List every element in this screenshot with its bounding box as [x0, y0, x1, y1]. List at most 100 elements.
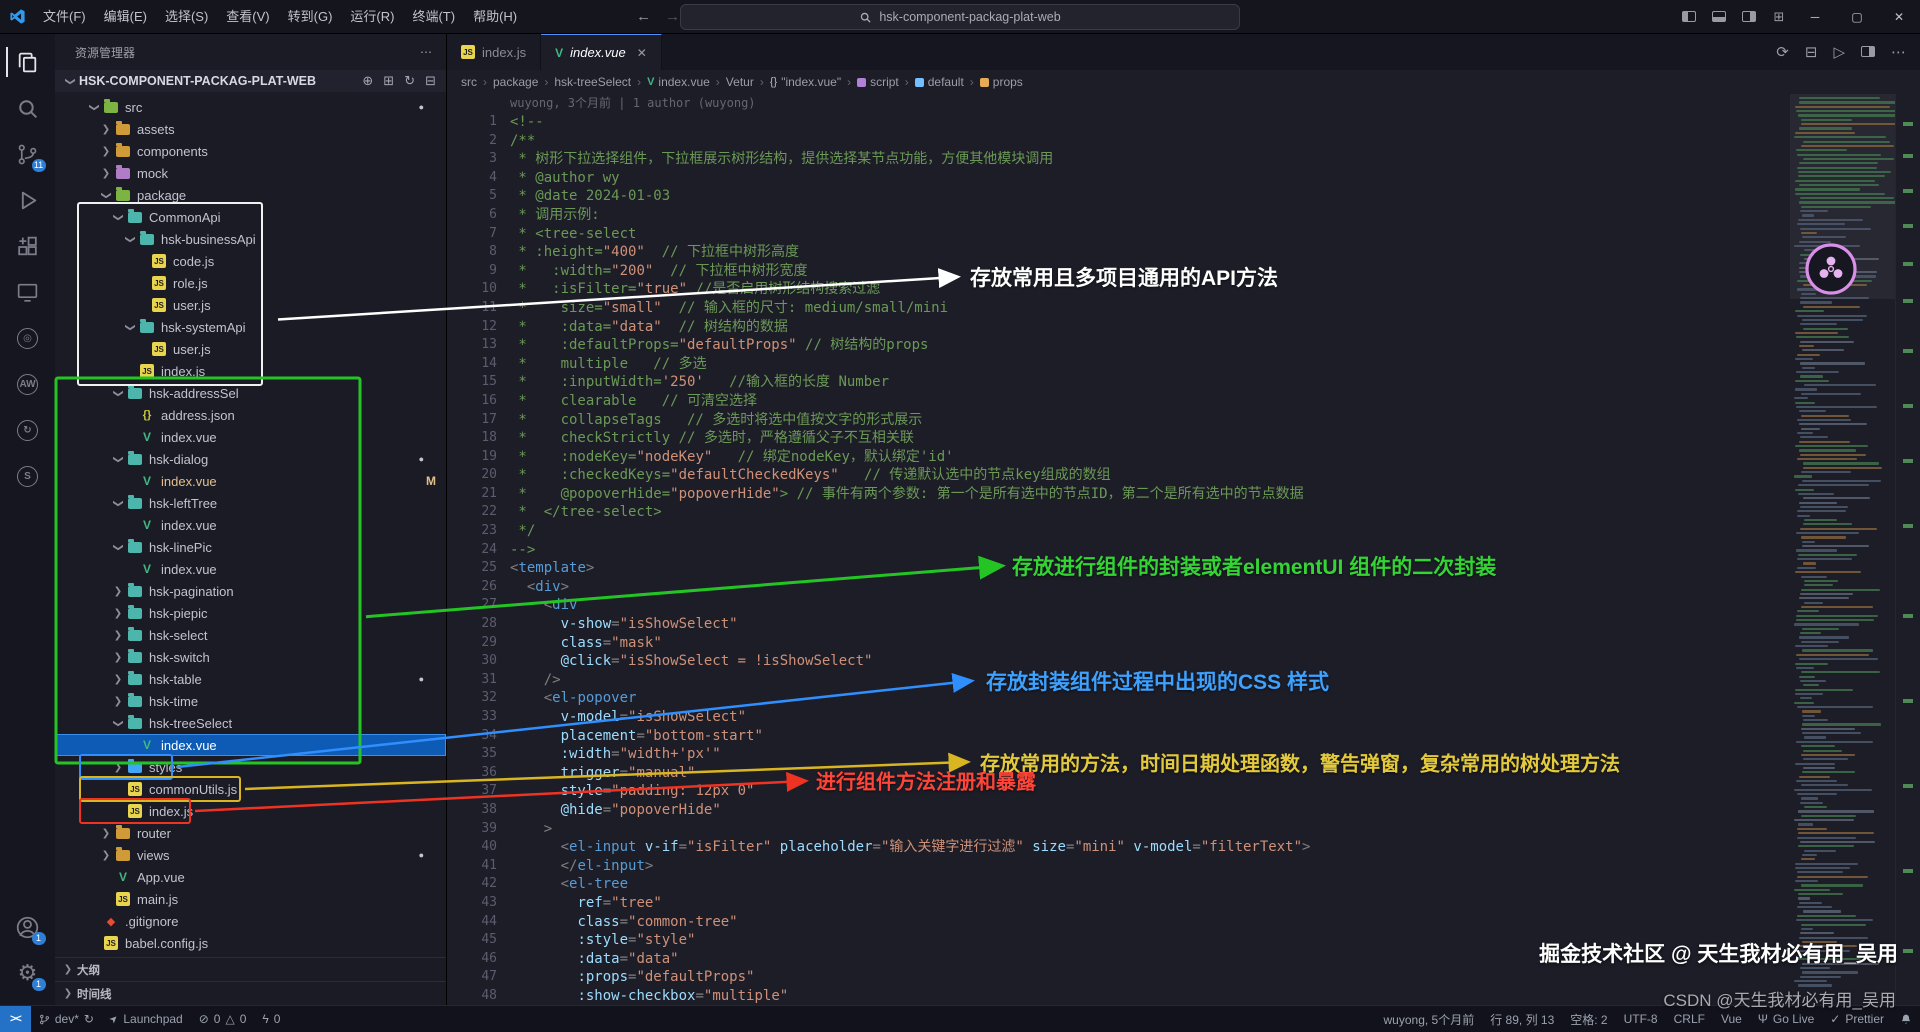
code-line[interactable]: 19 * :nodeKey="nodeKey" // 绑定nodeKey，默认绑… [447, 448, 1920, 467]
split-editor-icon[interactable] [1861, 44, 1875, 61]
tree-folder-row[interactable]: ❯ hsk-select [55, 624, 446, 646]
close-button[interactable]: ✕ [1878, 0, 1920, 34]
run-and-debug-icon[interactable] [6, 180, 50, 220]
tree-file-row[interactable]: ◆ .gitignore [55, 910, 446, 932]
timeline-panel-header[interactable]: ❯ 时间线 [55, 981, 446, 1005]
code-line[interactable]: 33 v-model="isShowSelect" [447, 708, 1920, 727]
tab-index-js[interactable]: JS index.js [447, 34, 542, 70]
code-line[interactable]: 25 <template> [447, 559, 1920, 578]
menu-item[interactable]: 帮助(H) [464, 9, 526, 24]
tree-file-row[interactable]: JS user.js [55, 294, 446, 316]
color-tool-icon[interactable]: S [6, 456, 50, 496]
tree-file-row[interactable]: Vindex.vue M [55, 470, 446, 492]
tree-file-row[interactable]: JS code.js [55, 250, 446, 272]
project-root-row[interactable]: ❯ HSK-COMPONENT-PACKAG-PLAT-WEB ⊕ ⊞ ↻ ⊟ [55, 70, 446, 92]
command-center-search[interactable]: hsk-component-packag-plat-web [680, 4, 1240, 30]
code-line[interactable]: 6 * 调用示例: [447, 206, 1920, 225]
breadcrumb-item[interactable]: package [493, 75, 538, 89]
tree-folder-row[interactable]: ❯ components [55, 140, 446, 162]
search-icon[interactable] [6, 88, 50, 128]
tree-file-row[interactable]: JS index.js [55, 800, 446, 822]
cursor-position-item[interactable]: 行 89, 列 13 [1482, 1006, 1562, 1032]
extensions-icon[interactable] [6, 226, 50, 266]
code-line[interactable]: 7 * <tree-select [447, 225, 1920, 244]
code-line[interactable]: 24 --> [447, 541, 1920, 560]
more-actions-icon[interactable]: ⋯ [1891, 43, 1906, 61]
tree-folder-row[interactable]: ❯ router [55, 822, 446, 844]
breadcrumb-item[interactable]: Vindex.vue [647, 75, 710, 89]
code-line[interactable]: 30 @click="isShowSelect = !isShowSelect" [447, 652, 1920, 671]
code-line[interactable]: 40 <el-input v-if="isFilter" placeholder… [447, 838, 1920, 857]
back-icon[interactable]: ← [636, 8, 651, 25]
toggle-secondary-sidebar-icon[interactable] [1734, 10, 1764, 25]
explorer-more-icon[interactable]: ⋯ [420, 45, 432, 59]
breadcrumb-item[interactable]: src [461, 75, 477, 89]
code-line[interactable]: 23 */ [447, 522, 1920, 541]
tree-folder-row[interactable]: ❯ hsk-linePic [55, 536, 446, 558]
breadcrumb-item[interactable]: props [979, 75, 1023, 89]
outline-panel-header[interactable]: ❯ 大纲 [55, 957, 446, 981]
code-line[interactable]: 16 * clearable // 可清空选择 [447, 392, 1920, 411]
account-icon[interactable]: 1 [6, 907, 50, 947]
minimap[interactable] [1790, 94, 1895, 1005]
menu-item[interactable]: 查看(V) [217, 9, 278, 24]
tree-folder-row[interactable]: ❯ hsk-switch [55, 646, 446, 668]
code-line[interactable]: 12 * :data="data" // 树结构的数据 [447, 318, 1920, 337]
remote-explorer-icon[interactable] [6, 272, 50, 312]
menu-item[interactable]: 运行(R) [341, 9, 403, 24]
code-line[interactable]: 13 * :defaultProps="defaultProps" // 树结构… [447, 336, 1920, 355]
code-line[interactable]: 2 /** [447, 132, 1920, 151]
minimize-button[interactable]: ─ [1794, 0, 1836, 34]
tree-file-row[interactable]: JS commonUtils.js [55, 778, 446, 800]
tree-folder-row[interactable]: ❯ hsk-businessApi [55, 228, 446, 250]
tree-file-row[interactable]: Vindex.vue [55, 558, 446, 580]
code-line[interactable]: 4 * @author wy [447, 169, 1920, 188]
menu-item[interactable]: 选择(S) [156, 9, 217, 24]
open-changes-icon[interactable]: ⊟ [1805, 43, 1818, 61]
launchpad-item[interactable]: ➤ Launchpad [102, 1006, 191, 1032]
refresh-explorer-icon[interactable]: ↻ [404, 73, 415, 89]
tree-folder-row[interactable]: ❯ assets [55, 118, 446, 140]
tree-folder-row[interactable]: ❯ hsk-systemApi [55, 316, 446, 338]
new-file-icon[interactable]: ⊕ [362, 73, 373, 89]
live-share-icon[interactable]: ↻ [6, 410, 50, 450]
tab-index-vue[interactable]: Vindex.vue ✕ [541, 34, 662, 70]
code-line[interactable]: 26 <div> [447, 578, 1920, 597]
tree-file-row[interactable]: JS role.js [55, 272, 446, 294]
aws-toolkit-icon[interactable]: AW [6, 364, 50, 404]
source-control-icon[interactable]: 11 [6, 134, 50, 174]
ports-item[interactable]: ϟ 0 [254, 1006, 288, 1032]
breadcrumb-item[interactable]: hsk-treeSelect [554, 75, 631, 89]
tree-folder-row[interactable]: ❯ hsk-pagination [55, 580, 446, 602]
code-line[interactable]: 35 :width="width+'px'" [447, 745, 1920, 764]
settings-icon[interactable]: ⚙ 1 [6, 953, 50, 993]
editor-content[interactable]: wuyong, 3个月前 | 1 author (wuyong) 1 <!-- 2 /… [447, 94, 1920, 1005]
breadcrumb-item[interactable]: default [914, 75, 964, 89]
code-line[interactable]: 44 class="common-tree" [447, 913, 1920, 932]
code-line[interactable]: 47 :props="defaultProps" [447, 968, 1920, 987]
blame-item[interactable]: wuyong, 5个月前 [1376, 1006, 1483, 1032]
code-line[interactable]: 32 <el-popover [447, 689, 1920, 708]
tree-file-row[interactable]: {} address.json [55, 404, 446, 426]
run-file-icon[interactable]: ▷ [1833, 43, 1845, 61]
tree-folder-row[interactable]: ❯ src ● [55, 96, 446, 118]
menu-item[interactable]: 编辑(E) [95, 9, 156, 24]
toggle-panel-icon[interactable] [1704, 10, 1734, 25]
code-line[interactable]: 14 * multiple // 多选 [447, 355, 1920, 374]
tree-file-row[interactable]: Vindex.vue [55, 426, 446, 448]
forward-icon[interactable]: → [665, 8, 680, 25]
test-explorer-icon[interactable]: ◎ [6, 318, 50, 358]
collapse-folders-icon[interactable]: ⊟ [425, 73, 436, 89]
tree-folder-row[interactable]: ❯ hsk-dialog ● [55, 448, 446, 470]
menu-item[interactable]: 文件(F) [34, 9, 95, 24]
breadcrumb-item[interactable]: {} "index.vue" [770, 75, 841, 89]
timeline-icon[interactable]: ⟳ [1776, 43, 1789, 61]
floating-extension-button[interactable] [1804, 242, 1858, 296]
remote-indicator[interactable]: >< [0, 1005, 31, 1032]
code-line[interactable]: 3 * 树形下拉选择组件，下拉框展示树形结构，提供选择某节点功能，方便其他模块调… [447, 150, 1920, 169]
close-tab-icon[interactable]: ✕ [637, 46, 647, 60]
problems-item[interactable]: ⊘ 0 △ 0 [191, 1006, 255, 1032]
code-line[interactable]: 10 * :isFilter="true" //是否启用树形结构搜索过滤 [447, 280, 1920, 299]
menu-item[interactable]: 转到(G) [279, 9, 342, 24]
code-line[interactable]: 21 * @popoverHide="popoverHide"> // 事件有两… [447, 485, 1920, 504]
